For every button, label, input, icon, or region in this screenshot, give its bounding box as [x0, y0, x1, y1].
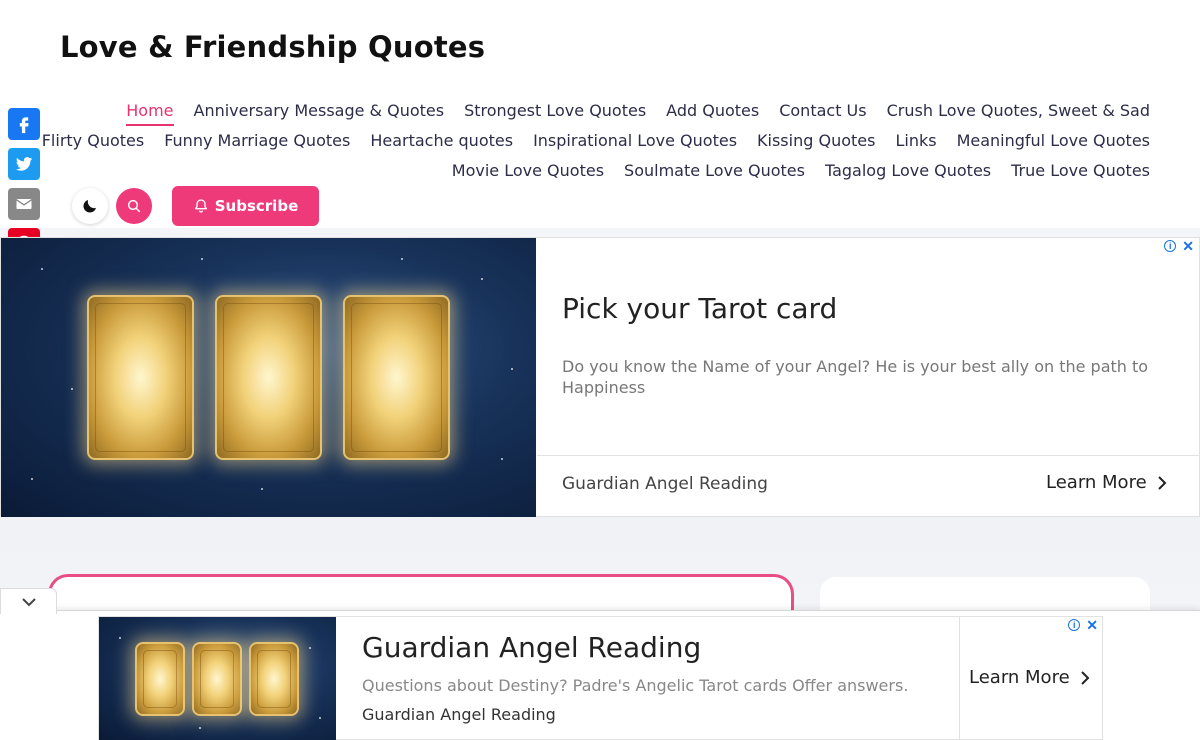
- nav-item-add-quotes[interactable]: Add Quotes: [666, 98, 759, 124]
- search-button[interactable]: [116, 188, 152, 224]
- ad-divider: [537, 455, 1200, 456]
- ad-info-icon[interactable]: i: [1164, 240, 1177, 252]
- anchor-ad-collapse-button[interactable]: [0, 588, 57, 614]
- twitter-icon: [15, 157, 33, 171]
- ad-info-icon[interactable]: i: [1068, 619, 1081, 631]
- nav-item-crush-love[interactable]: Crush Love Quotes, Sweet & Sad: [887, 98, 1150, 124]
- nav-item-funny-marriage[interactable]: Funny Marriage Quotes: [164, 128, 350, 154]
- dark-mode-toggle[interactable]: [72, 188, 108, 224]
- nav-row-2: Flirty Quotes Funny Marriage Quotes Hear…: [42, 126, 1150, 156]
- anchor-ad-choices: i ✕: [1068, 618, 1098, 632]
- email-icon: [16, 199, 32, 209]
- nav-item-links[interactable]: Links: [895, 128, 936, 154]
- ad-headline[interactable]: Pick your Tarot card: [562, 292, 837, 325]
- anchor-ad[interactable]: Guardian Angel Reading Questions about D…: [98, 616, 1103, 740]
- header-tools: Subscribe: [72, 186, 319, 226]
- anchor-ad-divider: [959, 617, 960, 740]
- subscribe-button[interactable]: Subscribe: [172, 186, 319, 226]
- moon-icon: [83, 200, 96, 213]
- ad-image[interactable]: [1, 238, 536, 517]
- nav-item-inspirational[interactable]: Inspirational Love Quotes: [533, 128, 737, 154]
- chevron-right-icon: [1080, 670, 1090, 685]
- ad-learn-more-button[interactable]: Learn More: [1046, 472, 1167, 493]
- email-share-button[interactable]: [8, 188, 40, 220]
- tarot-card: [135, 642, 185, 716]
- nav-item-heartache[interactable]: Heartache quotes: [370, 128, 513, 154]
- site-header: Love & Friendship Quotes Home Anniversar…: [0, 0, 1200, 228]
- ad-choices: i ✕: [1164, 239, 1194, 253]
- ad-close-icon[interactable]: ✕: [1182, 239, 1194, 253]
- nav-item-strongest-love[interactable]: Strongest Love Quotes: [464, 98, 646, 124]
- chevron-down-icon: [21, 597, 36, 606]
- nav-item-contact-us[interactable]: Contact Us: [779, 98, 866, 124]
- tarot-card: [87, 295, 194, 460]
- nav-row-3: Movie Love Quotes Soulmate Love Quotes T…: [50, 156, 1150, 186]
- main-nav: Home Anniversary Message & Quotes Strong…: [42, 96, 1150, 186]
- nav-item-kissing[interactable]: Kissing Quotes: [757, 128, 875, 154]
- nav-item-movie-love[interactable]: Movie Love Quotes: [452, 158, 604, 184]
- nav-item-flirty[interactable]: Flirty Quotes: [42, 128, 144, 154]
- nav-item-tagalog[interactable]: Tagalog Love Quotes: [825, 158, 991, 184]
- nav-item-true-love[interactable]: True Love Quotes: [1011, 158, 1150, 184]
- twitter-share-button[interactable]: [8, 148, 40, 180]
- site-title[interactable]: Love & Friendship Quotes: [60, 30, 485, 64]
- tarot-card: [215, 295, 322, 460]
- nav-item-anniversary[interactable]: Anniversary Message & Quotes: [194, 98, 445, 124]
- nav-row-1: Home Anniversary Message & Quotes Strong…: [50, 96, 1150, 126]
- tarot-card: [192, 642, 242, 716]
- anchor-ad-learn-more-button[interactable]: Learn More: [969, 667, 1090, 688]
- nav-item-home[interactable]: Home: [126, 98, 174, 126]
- facebook-share-button[interactable]: [8, 108, 40, 140]
- anchor-ad-image[interactable]: [99, 617, 336, 740]
- subscribe-label: Subscribe: [214, 197, 299, 215]
- nav-item-meaningful[interactable]: Meaningful Love Quotes: [957, 128, 1150, 154]
- ad-close-icon[interactable]: ✕: [1086, 618, 1098, 632]
- anchor-ad-advertiser[interactable]: Guardian Angel Reading: [362, 705, 556, 724]
- facebook-icon: [19, 117, 29, 134]
- ad-cta-label: Learn More: [1046, 472, 1147, 493]
- tarot-card: [249, 642, 299, 716]
- search-icon: [127, 199, 141, 213]
- tarot-card: [343, 295, 450, 460]
- anchor-ad-description: Questions about Destiny? Padre's Angelic…: [362, 676, 909, 695]
- bell-icon: [194, 199, 207, 213]
- ad-description: Do you know the Name of your Angel? He i…: [562, 357, 1149, 397]
- chevron-right-icon: [1157, 475, 1167, 490]
- anchor-ad-cta-label: Learn More: [969, 667, 1070, 688]
- ad-advertiser[interactable]: Guardian Angel Reading: [562, 474, 768, 494]
- anchor-ad-headline[interactable]: Guardian Angel Reading: [362, 631, 701, 664]
- nav-item-soulmate[interactable]: Soulmate Love Quotes: [624, 158, 805, 184]
